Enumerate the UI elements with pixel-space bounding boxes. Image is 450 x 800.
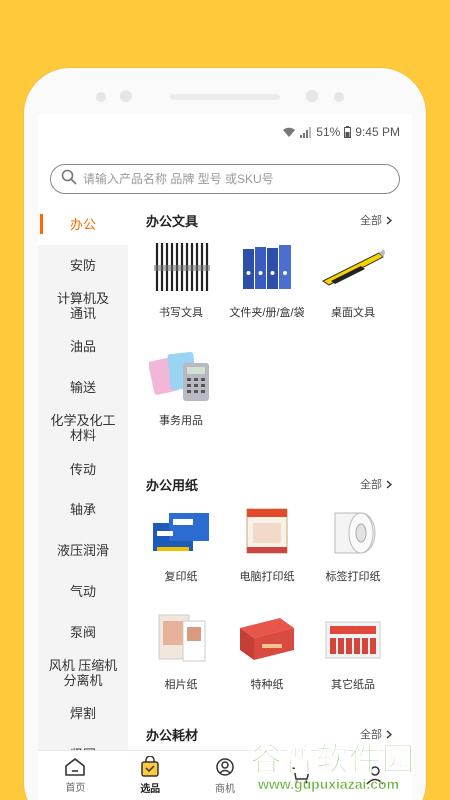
sidebar-item-office[interactable]: 办公 <box>38 204 128 245</box>
phone-sensor-far <box>334 92 344 102</box>
category-item-other-paper[interactable]: 其它纸品 <box>310 602 396 710</box>
category-item-desktop[interactable]: 桌面文具 <box>310 230 396 338</box>
signal-icon <box>300 126 312 138</box>
app-screen: 51% 9:45 PM 办公 安防 计算机及 通讯 油品 输送 化学及化工 材料… <box>38 114 412 800</box>
binders-icon <box>233 236 301 298</box>
wifi-icon <box>282 127 296 138</box>
search-icon <box>61 169 77 190</box>
item-label: 事务用品 <box>159 415 203 427</box>
category-item-printer-paper[interactable]: 电脑打印纸 <box>224 494 310 602</box>
category-item-label-paper[interactable]: 标签打印纸 <box>310 494 396 602</box>
category-item-photo-paper[interactable]: 相片纸 <box>138 602 224 710</box>
category-sidebar: 办公 安防 计算机及 通讯 油品 输送 化学及化工 材料 传动 轴承 液压润滑 … <box>38 204 128 750</box>
sidebar-item-oil[interactable]: 油品 <box>38 326 128 367</box>
sidebar-item-bearing[interactable]: 轴承 <box>38 490 128 531</box>
bag-icon <box>141 756 159 777</box>
product-grid: 书写文具 文件夹/册/盒/袋 桌面文具 事务用品 <box>128 230 412 446</box>
item-label: 复印纸 <box>164 571 198 583</box>
view-all-link[interactable]: 全部 <box>360 212 392 228</box>
tab-selection[interactable]: 选品 <box>113 751 188 800</box>
section-title: 办公文具 <box>146 214 199 229</box>
phone-sensor <box>96 92 106 102</box>
battery-icon <box>344 126 352 138</box>
label-roll-icon <box>319 500 387 562</box>
home-icon <box>65 758 86 776</box>
sidebar-item-fan[interactable]: 风机 压缩机 分离机 <box>38 653 128 694</box>
copy-paper-icon <box>147 500 215 562</box>
sidebar-item-welding[interactable]: 焊割 <box>38 694 128 735</box>
sidebar-item-hydraulic[interactable]: 液压润滑 <box>38 530 128 571</box>
battery-percent: 51% <box>316 125 341 139</box>
special-paper-icon <box>233 608 301 670</box>
chevron-right-icon <box>386 215 392 225</box>
category-item-writing[interactable]: 书写文具 <box>138 230 224 338</box>
search-bar[interactable] <box>50 164 400 194</box>
phone-speaker <box>170 94 280 100</box>
sidebar-item-computer[interactable]: 计算机及 通讯 <box>38 286 128 327</box>
opportunity-icon <box>216 758 234 776</box>
item-label: 特种纸 <box>250 679 284 691</box>
photo-paper-icon <box>147 608 215 670</box>
item-label: 桌面文具 <box>331 307 375 319</box>
sidebar-item-chemical[interactable]: 化学及化工 材料 <box>38 408 128 449</box>
item-label: 书写文具 <box>159 307 203 319</box>
tab-home[interactable]: 首页 <box>38 751 113 800</box>
category-item-folders[interactable]: 文件夹/册/盒/袋 <box>224 230 310 338</box>
phone-camera <box>120 90 132 102</box>
printer-paper-icon <box>233 500 301 562</box>
sidebar-item-security[interactable]: 安防 <box>38 245 128 286</box>
phone-sensor-right <box>306 90 318 102</box>
sidebar-item-transmission[interactable]: 传动 <box>38 449 128 490</box>
clock: 9:45 PM <box>355 125 400 139</box>
item-label: 电脑打印纸 <box>239 571 295 583</box>
sidebar-item-conveying[interactable]: 输送 <box>38 367 128 408</box>
watermark-logo: 谷普软件园 www.gupuxiazai.com <box>249 741 416 793</box>
product-grid: 复印纸 电脑打印纸 标签打印纸 相片纸 特种纸 其它纸品 <box>128 494 412 710</box>
search-input[interactable] <box>83 172 373 186</box>
section-title: 办公用纸 <box>146 478 199 493</box>
other-paper-icon <box>319 608 387 670</box>
sidebar-item-fastener[interactable]: 紧固 <box>38 734 128 750</box>
view-all-link[interactable]: 全部 <box>360 476 392 492</box>
category-content: 办公文具 全部 书写文具 文件夹/册/盒/袋 桌面文具 事务用品 办公用纸 全部… <box>128 204 412 750</box>
category-item-special-paper[interactable]: 特种纸 <box>224 602 310 710</box>
item-label: 文件夹/册/盒/袋 <box>229 307 305 319</box>
sidebar-item-pump-valve[interactable]: 泵阀 <box>38 612 128 653</box>
section-title: 办公耗材 <box>146 728 199 743</box>
category-item-copy-paper[interactable]: 复印纸 <box>138 494 224 602</box>
status-bar: 51% 9:45 PM <box>38 114 412 150</box>
cutter-icon <box>319 236 387 298</box>
calculator-icon <box>147 344 215 406</box>
section-header: 办公文具 全部 <box>128 204 412 230</box>
chevron-right-icon <box>386 479 392 489</box>
item-label: 标签打印纸 <box>325 571 381 583</box>
section-header: 办公用纸 全部 <box>128 468 412 494</box>
item-label: 其它纸品 <box>331 679 375 691</box>
item-label: 相片纸 <box>164 679 198 691</box>
sidebar-item-pneumatic[interactable]: 气动 <box>38 571 128 612</box>
pens-icon <box>147 236 215 298</box>
category-item-affairs[interactable]: 事务用品 <box>138 338 224 446</box>
